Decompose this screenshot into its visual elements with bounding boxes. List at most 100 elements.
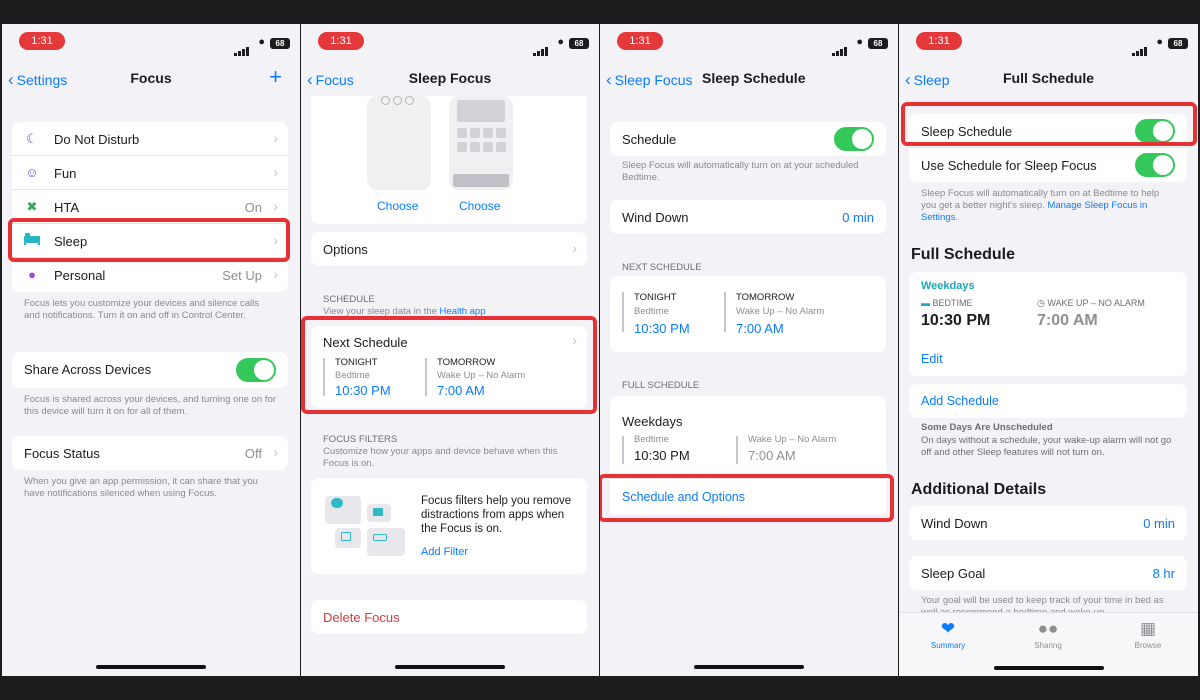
chevron-right-icon: › [572, 240, 577, 256]
cellular-signal-icon [234, 38, 250, 56]
focus-screen: 1:31 ● 68 ‹ Settings Focus + ☾ Do Not Dis… [2, 24, 300, 676]
tab-browse[interactable]: ▦ Browse [1113, 619, 1183, 650]
status-time: 1:31 [318, 32, 364, 50]
status-label: Focus Status [24, 446, 100, 461]
back-button[interactable]: ‹ Settings [8, 70, 67, 90]
battery-icon: 68 [270, 38, 290, 49]
bottom-letterbox [0, 676, 1200, 700]
lock-screen-mock [367, 96, 431, 190]
cellular-signal-icon [533, 38, 549, 56]
item-label: HTA [54, 200, 80, 215]
chevron-right-icon: › [273, 130, 278, 146]
next-schedule-card[interactable]: TONIGHT Bedtime 10:30 PM TOMORROW Wake U… [610, 276, 886, 352]
message-icon [331, 498, 343, 508]
chevron-right-icon: › [273, 266, 278, 282]
sleep-goal-label: Sleep Goal [921, 566, 986, 581]
add-filter-button[interactable]: Add Filter [421, 546, 468, 558]
chevron-left-icon: ‹ [905, 70, 911, 89]
share-note: Focus is shared across your devices, and… [24, 394, 276, 417]
dot [381, 96, 390, 105]
filters-note: Customize how your apps and device behav… [323, 446, 558, 469]
schedule-label: Schedule [622, 132, 677, 147]
filter-tile [367, 528, 405, 556]
wake-value: 7:00 AM [736, 321, 784, 336]
edit-button[interactable]: Edit [921, 352, 943, 366]
additional-details-heading: Additional Details [911, 481, 1047, 498]
back-button[interactable]: ‹ Sleep Focus [606, 70, 693, 90]
sleep-goal-row[interactable]: Sleep Goal 8 hr [909, 556, 1187, 590]
next-schedule-header: NEXT SCHEDULE [622, 262, 702, 273]
schedule-toggle[interactable] [834, 127, 874, 151]
status-bar: 1:31 ● 68 [301, 30, 599, 56]
list-item-do-not-disturb[interactable]: ☾ Do Not Disturb › [12, 122, 288, 156]
list-item-personal[interactable]: ● Personal Set Up › [12, 258, 288, 292]
bed-icon: ▬ [921, 298, 930, 308]
chevron-right-icon: › [273, 164, 278, 180]
bedtime-value: 10:30 PM [921, 312, 991, 329]
list-item-fun[interactable]: ☺ Fun › [12, 156, 288, 190]
mail-icon [373, 508, 383, 516]
full-schedule-header: FULL SCHEDULE [622, 380, 700, 391]
tab-summary[interactable]: ❤ Summary [913, 619, 983, 650]
schedule-note: Sleep Focus will automatically turn on a… [622, 160, 859, 183]
tab-bar: ❤ Summary ●● Sharing ▦ Browse [899, 612, 1198, 676]
heart-icon: ❤ [940, 619, 956, 638]
battery-icon: 68 [569, 38, 589, 49]
use-schedule-toggle[interactable] [1135, 153, 1175, 177]
status-bar: 1:31 ● 68 [2, 30, 300, 56]
filters-header: FOCUS FILTERS [323, 434, 398, 445]
plus-icon[interactable]: + [269, 64, 282, 90]
full-schedule-screen: 1:31 ● 68 ‹ Sleep Full Schedule Sleep Sch… [899, 24, 1198, 676]
back-button[interactable]: ‹ Sleep [905, 70, 949, 90]
unscheduled-title: Some Days Are Unscheduled [921, 422, 1053, 433]
focus-note: Focus lets you customize your devices an… [24, 298, 259, 321]
choose-home-screen[interactable]: Choose [459, 199, 500, 213]
weekdays-label: Weekdays [921, 280, 975, 292]
wind-down-row[interactable]: Wind Down 0 min [610, 200, 886, 234]
filters-text: Focus filters help you remove distractio… [421, 495, 572, 535]
back-label: Sleep [913, 72, 950, 88]
chevron-right-icon: › [273, 444, 278, 460]
sleep-schedule-screen: 1:31 ● 68 ‹ Sleep Focus Sleep Schedule Sc… [600, 24, 898, 676]
weekdays-card[interactable]: Weekdays ▬ BEDTIME 10:30 PM ◷ WAKE UP – … [909, 272, 1187, 376]
chevron-left-icon: ‹ [307, 70, 313, 89]
alarm-icon: ◷ [1037, 298, 1045, 308]
choose-lock-screen[interactable]: Choose [377, 199, 418, 213]
moon-icon: ☾ [26, 131, 38, 146]
unscheduled-note: On days without a schedule, your wake-up… [921, 435, 1172, 458]
grid-icon: ▦ [1139, 619, 1157, 638]
cellular-signal-icon [1132, 38, 1148, 56]
tab-sharing[interactable]: ●● Sharing [1013, 619, 1083, 650]
chevron-left-icon: ‹ [606, 70, 612, 89]
bedtime-caption: ▬ BEDTIME [921, 298, 973, 308]
wind-down-value: 0 min [842, 210, 874, 225]
options-row[interactable]: Options › [311, 232, 587, 266]
bedtime-value: 10:30 PM [634, 321, 690, 336]
share-toggle[interactable] [236, 358, 276, 382]
focus-filters-card: Focus filters help you remove distractio… [311, 478, 587, 574]
wifi-icon: ● [856, 36, 863, 48]
focus-list: ☾ Do Not Disturb › ☺ Fun › ✖ HTA On › Sl… [12, 122, 288, 292]
item-value: On [244, 200, 262, 215]
add-schedule-row[interactable]: Add Schedule [909, 384, 1187, 418]
tools-icon: ✖ [26, 199, 38, 214]
sleep-focus-note: Sleep Focus will automatically turn on a… [921, 188, 1173, 224]
battery-filter-icon [373, 534, 387, 541]
back-button[interactable]: ‹ Focus [307, 70, 354, 90]
dot [393, 96, 402, 105]
wake-value: 7:00 AM [1037, 312, 1098, 329]
highlight-sleep-schedule [901, 102, 1197, 146]
weekdays-label[interactable]: Weekdays [622, 414, 682, 429]
wind-down-row[interactable]: Wind Down 0 min [909, 506, 1187, 540]
delete-focus-row[interactable]: Delete Focus [311, 600, 587, 634]
wifi-icon: ● [557, 36, 564, 48]
focus-status-row[interactable]: Focus Status Off › [12, 436, 288, 470]
wind-down-label: Wind Down [622, 210, 689, 225]
item-label: Personal [54, 268, 106, 283]
options-label: Options [323, 242, 368, 257]
wind-down-value: 0 min [1143, 516, 1175, 531]
nav-bar: ‹ Settings Focus + [2, 64, 300, 94]
nav-bar: ‹ Focus Sleep Focus [301, 64, 599, 94]
tonight-caption: TONIGHT [634, 292, 677, 303]
share-label: Share Across Devices [24, 362, 152, 377]
